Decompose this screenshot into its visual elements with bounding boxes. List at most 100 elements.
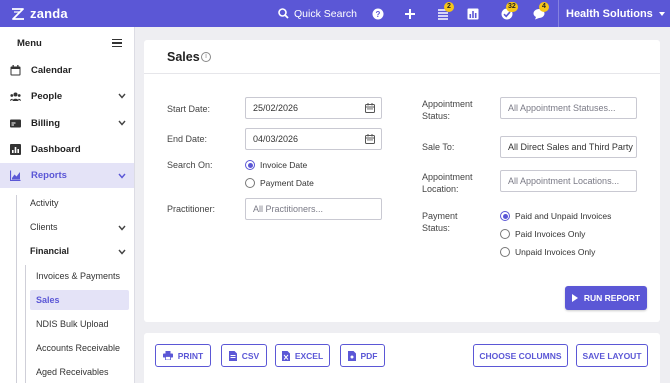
sidebar-item-billing[interactable]: Billing [0,114,134,132]
reports-icon [10,170,21,181]
quick-search-button[interactable]: Quick Search [278,0,357,27]
payment-status-label: Payment Status: [422,211,458,233]
start-date-label: Start Date: [167,104,211,114]
chart-icon [467,8,479,19]
sale-to-select[interactable]: All Direct Sales and Third Party [500,136,637,158]
svg-text:?: ? [376,10,381,19]
people-icon [10,92,21,101]
sidebar-subitem-invoices-payments[interactable]: Invoices & Payments [36,271,120,281]
appointment-status-placeholder: All Appointment Statuses... [508,103,616,113]
appointment-location-placeholder: All Appointment Locations... [508,176,620,186]
practitioner-select[interactable]: All Practitioners... [245,198,382,220]
choose-columns-label: CHOOSE COLUMNS [479,350,562,361]
billing-icon [10,119,21,127]
excel-file-icon [281,350,290,361]
play-icon [571,294,578,302]
messages-badge: 4 [539,2,549,12]
page-title: Sales [167,50,200,64]
radio-unselected [245,178,255,188]
help-button[interactable]: ? [371,0,385,27]
sale-to-value: All Direct Sales and Third Party [508,142,633,152]
sidebar-item-label: Calendar [31,64,72,76]
payment-status-unpaid-only-radio[interactable]: Unpaid Invoices Only [500,247,595,257]
chevron-down-icon [118,120,126,126]
save-layout-button[interactable]: SAVE LAYOUT [576,344,648,367]
run-report-label: RUN REPORT [583,293,641,303]
search-on-invoice-date-radio[interactable]: Invoice Date [245,160,307,170]
chevron-down-icon [118,93,126,99]
zanda-logo-icon [12,7,24,20]
print-label: PRINT [177,350,204,361]
radio-selected [500,211,510,221]
sidebar-item-people[interactable]: People [0,87,134,105]
sidebar-item-calendar[interactable]: Calendar [0,61,134,79]
csv-label: CSV [241,350,260,361]
sidebar-subitem-accounts-receivable[interactable]: Accounts Receivable [36,343,120,353]
approvals-button[interactable]: 32 [499,0,518,27]
analytics-button[interactable] [466,0,480,27]
sidebar-item-label: Billing [31,117,61,129]
help-icon: ? [372,8,384,19]
info-icon[interactable]: i [201,52,211,62]
organization-switcher[interactable]: Health Solutions [558,0,670,27]
payment-status-paid-unpaid-radio[interactable]: Paid and Unpaid Invoices [500,211,611,221]
radio-label: Unpaid Invoices Only [515,247,596,257]
top-bar: zanda Quick Search ? 2 32 4 Health Solut… [0,0,670,27]
pdf-button[interactable]: PDF [340,344,385,367]
csv-file-icon [228,350,237,361]
run-report-button[interactable]: RUN REPORT [565,286,647,310]
appointment-location-select[interactable]: All Appointment Locations... [500,170,637,192]
sidebar-subitem-financial[interactable]: Financial [0,245,134,259]
sidebar-subitem-label: Clients [30,222,58,232]
quick-search-label: Quick Search [294,7,358,20]
radio-label: Paid and Unpaid Invoices [515,211,612,221]
sidebar-subitem-ndis-bulk-upload[interactable]: NDIS Bulk Upload [36,319,109,329]
chevron-down-icon [118,225,126,231]
plus-icon [405,8,415,19]
sale-to-label: Sale To: [422,142,455,152]
payment-status-paid-only-radio[interactable]: Paid Invoices Only [500,229,585,239]
appointment-status-select[interactable]: All Appointment Statuses... [500,97,637,119]
hamburger-menu-icon[interactable] [112,39,122,47]
appointment-location-label: Appointment Location: [422,172,473,194]
sidebar-item-reports[interactable]: Reports [0,163,134,188]
sidebar: Menu Calendar People Billing Dashboard R… [0,27,135,383]
sidebar-subitem-label: Financial [30,246,70,256]
sales-report-panel: Sales i Start Date: 25/02/2026 End Date:… [144,40,660,322]
menu-heading: Menu [17,38,42,49]
tasks-button[interactable]: 2 [435,0,454,27]
csv-button[interactable]: CSV [221,344,267,367]
save-layout-label: SAVE LAYOUT [582,350,642,361]
search-on-payment-date-radio[interactable]: Payment Date [245,178,314,188]
brand-name: zanda [30,6,68,21]
radio-selected [245,160,255,170]
sidebar-subitem-activity[interactable]: Activity [30,198,59,208]
brand-logo[interactable]: zanda [10,6,68,22]
organization-name: Health Solutions [566,7,653,20]
radio-label: Payment Date [260,178,314,188]
end-date-label: End Date: [167,134,208,144]
excel-button[interactable]: EXCEL [275,344,330,367]
radio-label: Invoice Date [260,160,308,170]
messages-button[interactable]: 4 [531,0,549,27]
add-button[interactable] [403,0,417,27]
sidebar-item-dashboard[interactable]: Dashboard [0,140,134,158]
excel-label: EXCEL [294,350,324,361]
choose-columns-button[interactable]: CHOOSE COLUMNS [473,344,568,367]
print-button[interactable]: PRINT [155,344,211,367]
sidebar-item-label: Reports [31,170,67,181]
sidebar-subitem-sales[interactable]: Sales [36,295,60,305]
end-date-value: 04/03/2026 [253,134,299,144]
chevron-down-icon [118,173,126,179]
practitioner-placeholder: All Practitioners... [253,204,324,214]
practitioner-label: Practitioner: [167,204,216,214]
start-date-input[interactable]: 25/02/2026 [245,97,382,119]
report-toolbar: PRINT CSV EXCEL PDF CHOOSE COLUMNS SAVE … [144,333,660,383]
sidebar-subitem-aged-receivables[interactable]: Aged Receivables [36,367,109,377]
tasks-badge: 2 [444,2,454,12]
printer-icon [162,351,173,360]
sidebar-subitem-clients[interactable]: Clients [0,221,134,235]
calendar-icon[interactable] [365,134,375,144]
end-date-input[interactable]: 04/03/2026 [245,128,382,150]
calendar-icon[interactable] [365,103,375,113]
